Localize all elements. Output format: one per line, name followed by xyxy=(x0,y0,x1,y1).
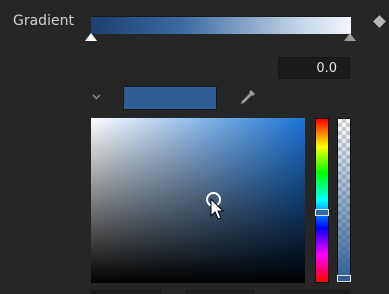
hue-slider[interactable] xyxy=(315,118,329,283)
gradient-panel: Gradient 0.0 xyxy=(0,0,389,294)
eyedropper-icon[interactable] xyxy=(236,87,258,109)
gradient-bar[interactable] xyxy=(91,16,351,34)
gradient-label: Gradient xyxy=(13,13,74,29)
alpha-slider-handle[interactable] xyxy=(337,275,351,282)
mouse-pointer-icon xyxy=(210,198,225,220)
chevron-down-icon[interactable] xyxy=(92,92,101,101)
bottom-field-1[interactable] xyxy=(91,290,161,294)
gradient-stop-end[interactable] xyxy=(344,33,356,41)
bottom-field-3[interactable] xyxy=(280,290,350,294)
bottom-field-2[interactable] xyxy=(185,290,255,294)
gradient-position-field[interactable]: 0.0 xyxy=(278,57,350,79)
keyframe-diamond-icon[interactable] xyxy=(373,15,386,28)
alpha-slider[interactable] xyxy=(337,118,351,283)
saturation-value-field[interactable] xyxy=(91,118,305,283)
current-color-swatch[interactable] xyxy=(123,86,217,110)
hue-slider-handle[interactable] xyxy=(315,209,329,216)
gradient-stop-start[interactable] xyxy=(85,33,97,41)
